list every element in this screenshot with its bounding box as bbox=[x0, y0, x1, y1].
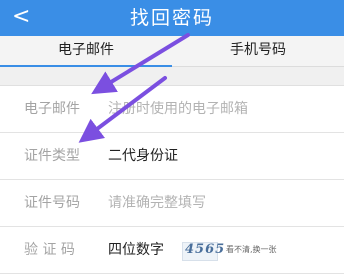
captcha-row: 验 证 码 四位数字 4565 看不清,换一张 bbox=[0, 227, 344, 274]
page-title: 找回密码 bbox=[129, 7, 214, 29]
tab-phone[interactable]: 手机号码 bbox=[172, 36, 344, 66]
tab-bar: 电子邮件 手机号码 bbox=[0, 36, 344, 67]
captcha-refresh-link[interactable]: 看不清,换一张 bbox=[226, 227, 277, 273]
id-number-row: 证件号码 请准确完整填写 bbox=[0, 180, 344, 227]
captcha-label: 验 证 码 bbox=[24, 242, 75, 258]
email-field[interactable]: 注册时使用的电子邮箱 bbox=[108, 86, 248, 132]
app-header: < 找回密码 bbox=[0, 0, 344, 36]
captcha-text: 4565 bbox=[185, 242, 226, 257]
captcha-field[interactable]: 四位数字 bbox=[108, 227, 164, 273]
email-row: 电子邮件 注册时使用的电子邮箱 bbox=[0, 86, 344, 133]
tab-email[interactable]: 电子邮件 bbox=[0, 36, 172, 67]
id-type-select[interactable]: 二代身份证 bbox=[108, 133, 178, 179]
id-type-row: 证件类型 二代身份证 bbox=[0, 133, 344, 180]
id-number-label: 证件号码 bbox=[24, 195, 80, 211]
captcha-image[interactable]: 4565 bbox=[182, 242, 224, 261]
email-label: 电子邮件 bbox=[24, 101, 80, 117]
id-type-label: 证件类型 bbox=[24, 148, 80, 164]
id-number-field[interactable]: 请准确完整填写 bbox=[108, 180, 206, 226]
section-divider bbox=[0, 67, 344, 86]
